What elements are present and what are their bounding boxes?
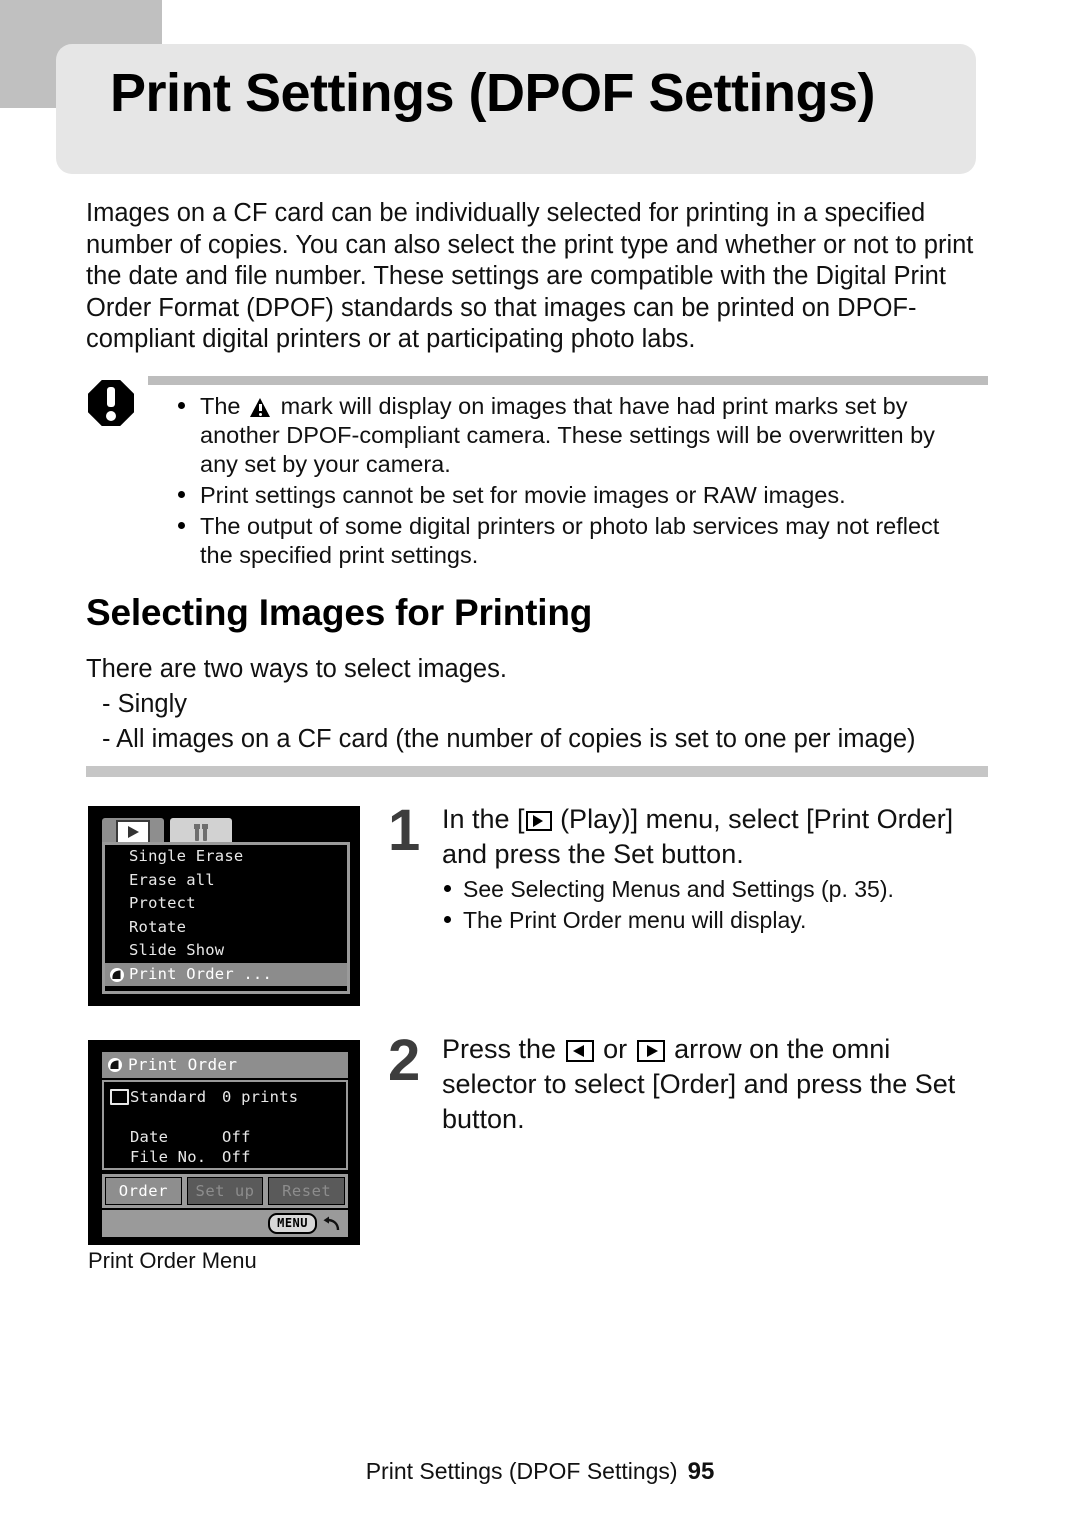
bullet-dot [178,522,185,529]
order-button[interactable]: Order [105,1177,182,1205]
section-divider [86,766,988,777]
step-1-bullet: The Print Order menu will display. [442,905,972,936]
bullet-dot [444,885,451,892]
section-option: - All images on a CF card (the number of… [102,725,916,753]
setting-file-no-value: Off [222,1148,251,1166]
menu-button-indicator: MENU [268,1213,317,1234]
step-1-number: 1 [388,798,421,863]
lcd-caption: Print Order Menu [88,1248,257,1273]
page-number: 95 [687,1458,715,1485]
section-intro-line: There are two ways to select images. [86,655,507,683]
note-item: The mark will display on images that hav… [178,392,978,479]
print-order-icon [107,1057,123,1072]
footer-title: Print Settings (DPOF Settings) [365,1458,678,1484]
setting-file-no-label: File No. [130,1148,207,1166]
note-list: The mark will display on images that hav… [178,392,978,572]
step-1-bullet-text: The Print Order menu will display. [463,907,807,933]
bullet-dot [178,491,185,498]
step-2-number: 2 [388,1028,421,1093]
bullet-dot [178,402,185,409]
section-heading: Selecting Images for Printing [86,592,593,633]
reset-button[interactable]: Reset [268,1177,346,1205]
menu-item-single-erase: Single Erase [129,847,244,865]
step-2-text-before: Press the [442,1034,557,1064]
lcd-print-order-screenshot: Print Order Standard 0 prints Date Off F… [88,1040,360,1245]
note-text-suffix: mark will display on images that have ha… [200,393,935,477]
setting-standard-label: Standard [130,1088,207,1106]
play-icon [116,820,150,844]
step-2-text-between: or [603,1034,628,1064]
note-item: The output of some digital printers or p… [178,512,978,570]
page-header: Print Settings (DPOF Settings) [0,0,1080,180]
print-order-icon [109,967,125,982]
note-text-prefix: The [200,393,241,419]
print-order-settings-panel: Standard 0 prints Date Off File No. Off [102,1080,348,1170]
warning-triangle-icon [250,398,271,417]
menu-item-slide-show: Slide Show [129,941,225,959]
play-icon [525,811,552,831]
menu-item-rotate: Rotate [129,917,187,936]
menu-item-print-order: Print Order ... [105,962,347,986]
setting-date-label: Date [130,1128,169,1146]
page-footer: Print Settings (DPOF Settings) 95 [0,1458,1080,1486]
print-order-title-bar: Print Order [102,1052,348,1078]
caution-octagon-icon [88,380,136,432]
section-intro: There are two ways to select images. - S… [86,652,976,757]
arrow-left-icon [565,1040,594,1062]
step-1-bullets: See Selecting Menus and Settings (p. 35)… [442,874,972,936]
step-1-text: In the [ (Play)] menu, select [Print Ord… [442,802,972,872]
print-order-title-label: Print Order [128,1055,238,1074]
menu-item-erase-all: Erase all [129,870,215,889]
step-1-text-before: In the [ [442,804,525,834]
step-1-bullet: See Selecting Menus and Settings (p. 35)… [442,874,972,905]
print-order-footer-bar: MENU [102,1210,348,1237]
lcd-menu-frame: Single Erase Erase all Protect Rotate Sl… [102,842,350,994]
bullet-dot [444,916,451,923]
menu-item-print-order-label: Print Order ... [129,964,272,983]
lcd-play-menu-screenshot: Single Erase Erase all Protect Rotate Sl… [88,806,360,1006]
note-text: The output of some digital printers or p… [200,513,940,568]
section-option: - Singly [102,690,188,718]
step-2-text: Press the or arrow on the omni selector … [442,1032,982,1137]
back-arrow-icon [322,1216,340,1232]
menu-item-protect: Protect [129,894,196,912]
arrow-right-icon [636,1040,665,1062]
step-1-bullet-text: See Selecting Menus and Settings (p. 35)… [463,876,894,902]
setting-standard-value: 0 prints [222,1088,299,1106]
print-order-button-row: Order Set up Reset [102,1174,348,1208]
intro-paragraph: Images on a CF card can be individually … [86,199,974,353]
note-text: Print settings cannot be set for movie i… [200,482,846,508]
wrench-icon [194,823,208,841]
setting-date-value: Off [222,1128,251,1146]
note-item: Print settings cannot be set for movie i… [178,481,978,510]
page-title: Print Settings (DPOF Settings) [110,63,876,123]
note-divider [148,376,988,385]
standard-icon [110,1089,129,1105]
set-up-button[interactable]: Set up [186,1177,264,1205]
